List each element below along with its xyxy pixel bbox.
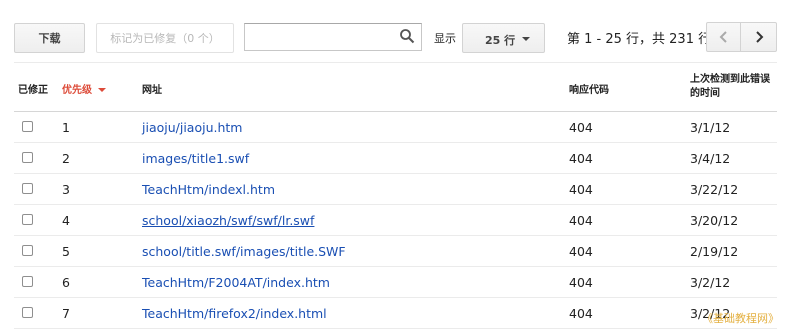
next-page-button[interactable] [740,22,777,52]
response-code-cell: 404 [569,120,593,135]
previous-page-button[interactable] [706,22,741,52]
error-table-body: 1 jiaoju/jiaoju.htm 404 3/1/12 2 images/title… [0,112,799,329]
priority-cell: 3 [62,182,70,197]
url-link[interactable]: images/title1.swf [142,151,249,166]
table-row: 4 school/xiaozh/swf/swf/lr.swf 404 3/20/12 [0,205,799,236]
priority-cell: 2 [62,151,70,166]
rows-per-page-select[interactable]: 25 行 [462,23,545,53]
priority-cell: 4 [62,213,70,228]
sort-descending-icon [98,88,106,92]
response-code-cell: 404 [569,151,593,166]
priority-cell: 1 [62,120,70,135]
table-row: 6 TeachHtm/F2004AT/index.htm 404 3/2/12 [0,267,799,298]
response-code-cell: 404 [569,182,593,197]
last-detected-cell: 3/22/12 [690,182,739,197]
magnifier-icon[interactable] [399,28,415,44]
column-header-url[interactable]: 网址 [142,81,162,96]
download-button[interactable]: 下载 [14,23,85,53]
toolbar: 下载 标记为已修复（0 个） 显示 25 行 第 1 - 25 行，共 231 … [0,0,799,62]
rows-per-page-value: 25 行 [485,34,516,47]
row-checkbox[interactable] [22,121,33,132]
chevron-left-icon [719,31,727,43]
download-button-label: 下载 [38,32,61,45]
toolbar-divider [14,62,777,63]
row-checkbox[interactable] [22,214,33,225]
table-row: 5 school/title.swf/images/title.SWF 404 2/1… [0,236,799,267]
response-code-cell: 404 [569,275,593,290]
table-row: 1 jiaoju/jiaoju.htm 404 3/1/12 [0,112,799,143]
last-detected-cell: 3/2/12 [690,275,731,290]
last-detected-cell: 2/19/12 [690,244,739,259]
column-header-priority-label: 优先级 [62,85,92,96]
response-code-cell: 404 [569,306,593,321]
url-link[interactable]: jiaoju/jiaoju.htm [142,120,242,135]
url-link[interactable]: school/title.swf/images/title.SWF [142,244,346,259]
priority-cell: 5 [62,244,70,259]
column-header-response-code[interactable]: 响应代码 [569,81,609,96]
url-link[interactable]: TeachHtm/F2004AT/index.htm [142,275,330,290]
url-link[interactable]: TeachHtm/firefox2/index.html [142,306,327,321]
column-header-last-detected[interactable]: 上次检测到此错误的时间 [690,73,770,101]
response-code-cell: 404 [569,213,593,228]
last-detected-cell: 3/1/12 [690,120,731,135]
url-link[interactable]: TeachHtm/indexl.htm [142,182,275,197]
table-row: 7 TeachHtm/firefox2/index.html 404 3/2/12 [0,298,799,329]
column-header-fixed[interactable]: 已修正 [18,81,48,96]
last-detected-cell: 3/4/12 [690,151,731,166]
response-code-cell: 404 [569,244,593,259]
row-checkbox[interactable] [22,276,33,287]
row-checkbox[interactable] [22,245,33,256]
priority-cell: 7 [62,306,70,321]
last-detected-cell: 3/20/12 [690,213,739,228]
dropdown-caret-icon [522,37,530,41]
table-row: 2 images/title1.swf 404 3/4/12 [0,143,799,174]
mark-fixed-button[interactable]: 标记为已修复（0 个） [96,23,234,53]
chevron-right-icon [755,31,763,43]
show-rows-label: 显示 [434,32,456,45]
table-row: 3 TeachHtm/indexl.htm 404 3/22/12 [0,174,799,205]
row-checkbox[interactable] [22,183,33,194]
url-link[interactable]: school/xiaozh/swf/swf/lr.swf [142,213,314,228]
mark-fixed-button-label: 标记为已修复（0 个） [110,32,220,45]
column-header-priority[interactable]: 优先级 [62,81,106,96]
watermark: 《基础教程网》 [702,312,779,325]
priority-cell: 6 [62,275,70,290]
search-input[interactable] [244,23,422,51]
pagination-summary: 第 1 - 25 行，共 231 行 [567,32,712,47]
row-checkbox[interactable] [22,152,33,163]
row-checkbox[interactable] [22,307,33,318]
